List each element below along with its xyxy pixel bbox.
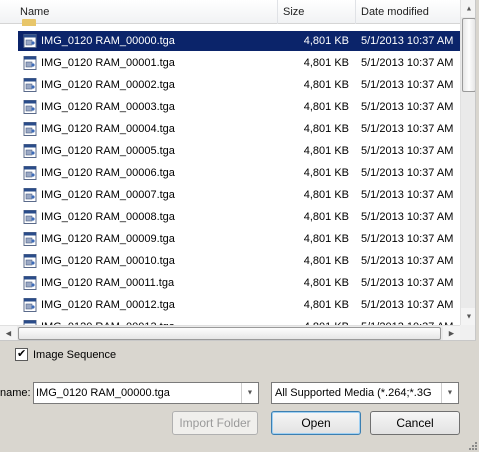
scroll-right-arrow-icon: ▶ bbox=[448, 330, 455, 338]
image-sequence-checkbox[interactable]: ✔ bbox=[15, 348, 28, 361]
file-name-cell: IMG_0120 RAM_00008.tga bbox=[41, 211, 175, 223]
column-header-date-modified[interactable]: Date modified bbox=[356, 0, 460, 24]
file-name-combobox[interactable]: ▼ bbox=[33, 382, 259, 404]
file-size-cell: 4,801 KB bbox=[303, 101, 349, 113]
file-row[interactable]: IMG_0120 RAM_00009.tga 4,801 KB 5/1/2013 1… bbox=[0, 229, 460, 249]
file-name-dropdown-button[interactable]: ▼ bbox=[241, 383, 258, 403]
file-size-cell: 4,801 KB bbox=[303, 57, 349, 69]
scroll-down-button[interactable]: ▼ bbox=[461, 308, 475, 325]
file-name-cell: IMG_0120 RAM_00002.tga bbox=[41, 79, 175, 91]
file-size-cell: 4,801 KB bbox=[303, 79, 349, 91]
file-date-cell: 5/1/2013 10:37 AM bbox=[361, 277, 454, 289]
file-type-filter-value: All Supported Media (*.264;*.3G bbox=[275, 387, 432, 399]
tga-image-file-icon bbox=[23, 34, 37, 48]
checkmark-icon: ✔ bbox=[17, 348, 27, 360]
tga-image-file-icon bbox=[23, 276, 37, 290]
file-row[interactable]: IMG_0120 RAM_00003.tga 4,801 KB 5/1/2013 1… bbox=[0, 97, 460, 117]
image-sequence-label: Image Sequence bbox=[33, 349, 117, 361]
file-size-cell: 4,801 KB bbox=[303, 123, 349, 135]
file-name-cell: IMG_0120 RAM_00006.tga bbox=[41, 167, 175, 179]
file-date-cell: 5/1/2013 10:37 AM bbox=[361, 145, 454, 157]
scrollbar-corner bbox=[460, 325, 475, 340]
scroll-up-button[interactable]: ▲ bbox=[461, 0, 475, 17]
cancel-button[interactable]: Cancel bbox=[370, 411, 460, 435]
file-row[interactable]: IMG_0120 RAM_00000.tga 4,801 KB 5/1/2013 1… bbox=[0, 31, 460, 51]
file-date-cell: 5/1/2013 10:37 AM bbox=[361, 211, 454, 223]
file-date-cell: 5/1/2013 10:37 AM bbox=[361, 255, 454, 267]
file-name-input[interactable] bbox=[36, 383, 241, 403]
tga-image-file-icon bbox=[23, 166, 37, 180]
file-name-cell: IMG_0120 RAM_00007.tga bbox=[41, 189, 175, 201]
file-date-cell: 5/1/2013 10:37 AM bbox=[361, 57, 454, 69]
tga-image-file-icon bbox=[23, 144, 37, 158]
tga-image-file-icon bbox=[23, 56, 37, 70]
chevron-down-icon: ▼ bbox=[446, 389, 454, 397]
tga-image-file-icon bbox=[23, 298, 37, 312]
horizontal-scrollbar[interactable]: ◀ ▶ bbox=[0, 325, 460, 340]
file-date-cell: 5/1/2013 10:37 AM bbox=[361, 101, 454, 113]
tga-image-file-icon bbox=[23, 122, 37, 136]
chevron-down-icon: ▼ bbox=[246, 389, 254, 397]
file-name-cell: IMG_0120 RAM_00003.tga bbox=[41, 101, 175, 113]
file-row[interactable]: IMG_0120 RAM_00004.tga 4,801 KB 5/1/2013 1… bbox=[0, 119, 460, 139]
scroll-right-button[interactable]: ▶ bbox=[443, 326, 460, 340]
file-date-cell: 5/1/2013 10:37 AM bbox=[361, 233, 454, 245]
file-size-cell: 4,801 KB bbox=[303, 145, 349, 157]
file-name-cell: IMG_0120 RAM_00000.tga bbox=[41, 35, 175, 47]
file-date-cell: 5/1/2013 10:37 AM bbox=[361, 189, 454, 201]
file-row[interactable]: IMG_0120 RAM_00007.tga 4,801 KB 5/1/2013 1… bbox=[0, 185, 460, 205]
file-row[interactable]: IMG_0120 RAM_00001.tga 4,801 KB 5/1/2013 1… bbox=[0, 53, 460, 73]
vertical-scrollbar[interactable]: ▲ ▼ bbox=[460, 0, 475, 325]
tga-image-file-icon bbox=[23, 78, 37, 92]
scroll-left-arrow-icon: ◀ bbox=[5, 330, 12, 338]
file-date-cell: 5/1/2013 10:37 AM bbox=[361, 123, 454, 135]
column-header-size[interactable]: Size bbox=[278, 0, 356, 24]
scroll-left-button[interactable]: ◀ bbox=[0, 326, 17, 340]
scroll-up-arrow-icon: ▲ bbox=[465, 5, 473, 12]
file-row[interactable]: IMG_0120 RAM_00011.tga 4,801 KB 5/1/2013 1… bbox=[0, 273, 460, 293]
file-size-cell: 4,801 KB bbox=[303, 167, 349, 179]
tga-image-file-icon bbox=[23, 232, 37, 246]
file-name-cell: IMG_0120 RAM_00005.tga bbox=[41, 145, 175, 157]
file-row[interactable]: IMG_0120 RAM_00010.tga 4,801 KB 5/1/2013 1… bbox=[0, 251, 460, 271]
file-size-cell: 4,801 KB bbox=[303, 211, 349, 223]
file-row[interactable]: IMG_0120 RAM_00006.tga 4,801 KB 5/1/2013 1… bbox=[0, 163, 460, 183]
file-name-cell: IMG_0120 RAM_00004.tga bbox=[41, 123, 175, 135]
file-date-cell: 5/1/2013 10:37 AM bbox=[361, 299, 454, 311]
file-name-cell: IMG_0120 RAM_00001.tga bbox=[41, 57, 175, 69]
file-name-cell: IMG_0120 RAM_00012.tga bbox=[41, 299, 175, 311]
file-row[interactable]: IMG_0120 RAM_00005.tga 4,801 KB 5/1/2013 1… bbox=[0, 141, 460, 161]
import-folder-button[interactable]: Import Folder bbox=[172, 411, 258, 435]
file-type-filter-select[interactable]: All Supported Media (*.264;*.3G ▼ bbox=[271, 382, 459, 404]
file-date-cell: 5/1/2013 10:37 AM bbox=[361, 167, 454, 179]
file-date-cell: 5/1/2013 10:37 AM bbox=[361, 35, 454, 47]
file-date-cell: 5/1/2013 10:37 AM bbox=[361, 79, 454, 91]
tga-image-file-icon bbox=[23, 254, 37, 268]
tga-image-file-icon bbox=[23, 210, 37, 224]
open-button[interactable]: Open bbox=[271, 411, 361, 435]
file-size-cell: 4,801 KB bbox=[303, 255, 349, 267]
file-name-label: name: bbox=[0, 387, 31, 399]
resize-grip-icon[interactable] bbox=[467, 440, 477, 450]
tga-image-file-icon bbox=[23, 188, 37, 202]
vertical-scroll-thumb[interactable] bbox=[462, 18, 475, 92]
file-list[interactable]: Name Size Date modified IMG_0120 RAM_000… bbox=[0, 0, 476, 341]
file-row[interactable]: IMG_0120 RAM_00008.tga 4,801 KB 5/1/2013 1… bbox=[0, 207, 460, 227]
partial-folder-row[interactable] bbox=[20, 16, 80, 26]
scroll-down-arrow-icon: ▼ bbox=[465, 313, 473, 320]
file-name-cell: IMG_0120 RAM_00011.tga bbox=[41, 277, 175, 289]
file-name-cell: IMG_0120 RAM_00009.tga bbox=[41, 233, 175, 245]
file-name-cell: IMG_0120 RAM_00010.tga bbox=[41, 255, 175, 267]
file-size-cell: 4,801 KB bbox=[303, 35, 349, 47]
file-size-cell: 4,801 KB bbox=[303, 277, 349, 289]
tga-image-file-icon bbox=[23, 100, 37, 114]
horizontal-scroll-thumb[interactable] bbox=[18, 327, 441, 340]
folder-icon bbox=[22, 19, 36, 26]
file-size-cell: 4,801 KB bbox=[303, 233, 349, 245]
file-row[interactable]: IMG_0120 RAM_00002.tga 4,801 KB 5/1/2013 1… bbox=[0, 75, 460, 95]
file-row[interactable]: IMG_0120 RAM_00012.tga 4,801 KB 5/1/2013 1… bbox=[0, 295, 460, 315]
file-size-cell: 4,801 KB bbox=[303, 299, 349, 311]
file-type-dropdown-button[interactable]: ▼ bbox=[441, 383, 458, 403]
file-size-cell: 4,801 KB bbox=[303, 189, 349, 201]
